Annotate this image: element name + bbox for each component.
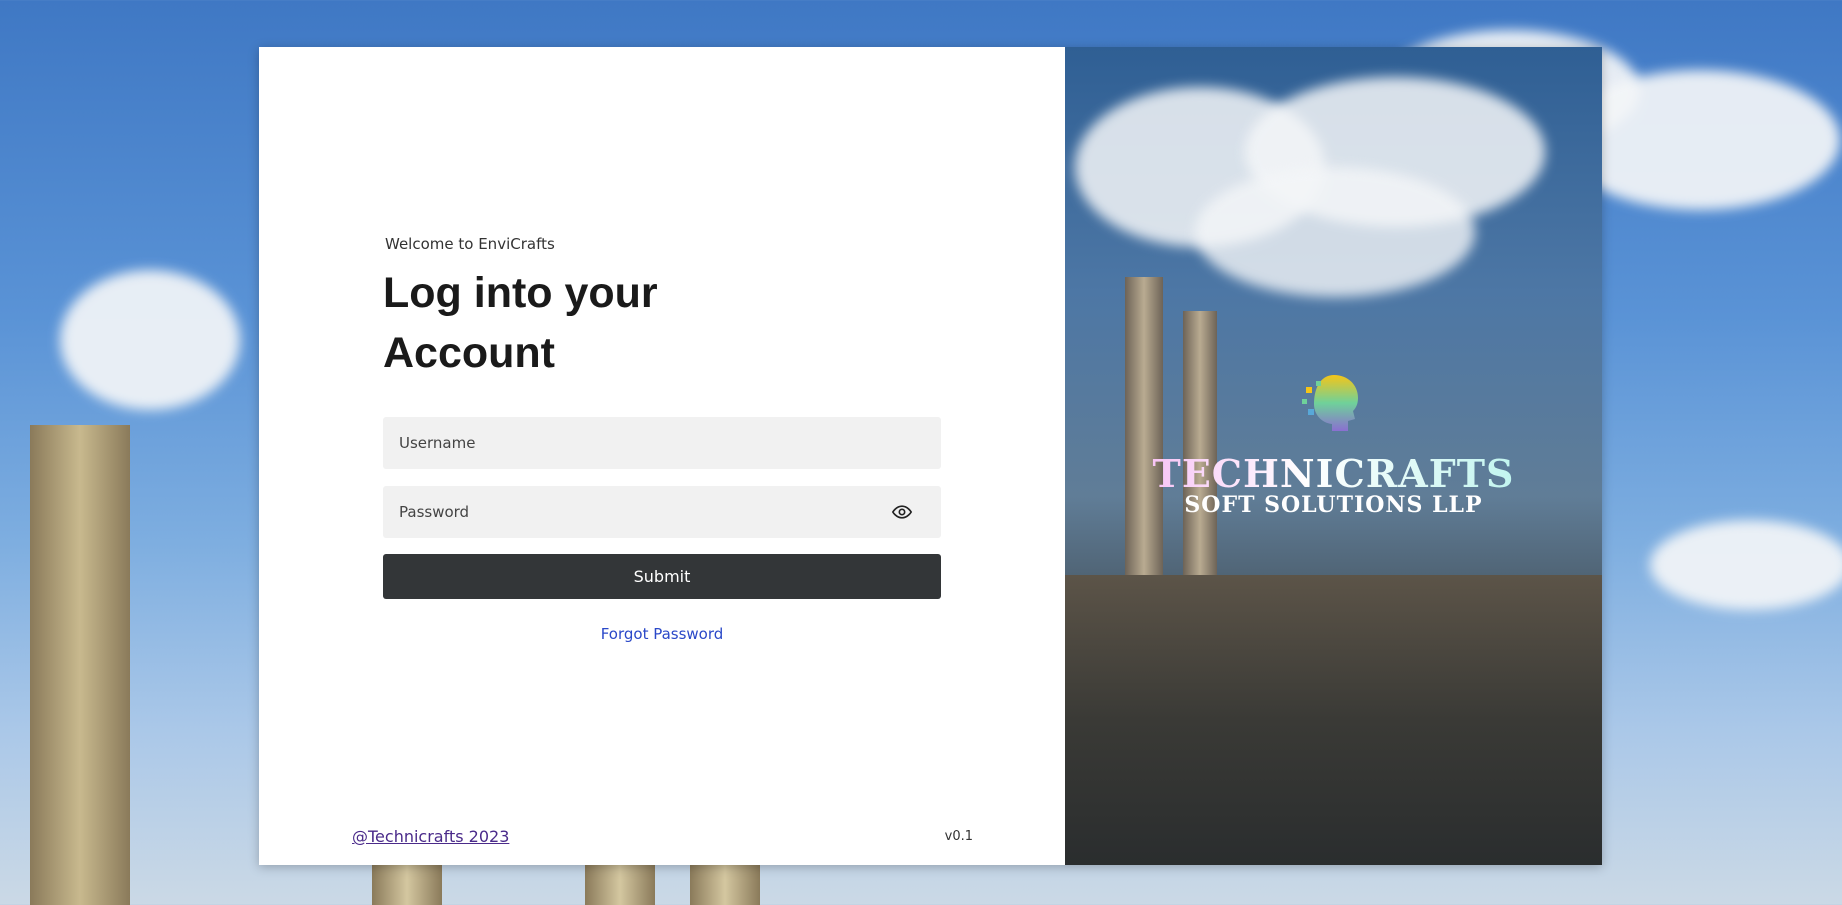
power-plant	[1065, 575, 1602, 865]
brand-panel: TECHNICRAFTS SOFT SOLUTIONS LLP	[1065, 47, 1602, 865]
login-form: Welcome to EnviCrafts Log into your Acco…	[383, 235, 941, 643]
brand-logo: TECHNICRAFTS SOFT SOLUTIONS LLP	[1065, 367, 1602, 518]
smokestack	[585, 865, 655, 905]
cloud	[1650, 520, 1842, 610]
show-password-icon[interactable]	[891, 502, 913, 522]
brand-subtitle: SOFT SOLUTIONS LLP	[1184, 492, 1483, 518]
login-panel: Welcome to EnviCrafts Log into your Acco…	[259, 47, 1065, 865]
login-card: Welcome to EnviCrafts Log into your Acco…	[259, 47, 1602, 865]
brand-name: TECHNICRAFTS	[1065, 451, 1602, 496]
page-title: Log into your Account	[383, 269, 658, 377]
forgot-password-link[interactable]: Forgot Password	[383, 625, 941, 643]
username-field-container	[383, 417, 941, 469]
smokestack	[372, 865, 442, 905]
smokestack	[690, 865, 760, 905]
password-field-container	[383, 486, 941, 538]
brain-head-icon	[1301, 375, 1358, 431]
copyright-link[interactable]: @Technicrafts 2023	[352, 827, 509, 846]
username-input[interactable]	[383, 417, 941, 469]
password-input[interactable]	[383, 486, 941, 538]
cloud	[1195, 167, 1475, 297]
submit-button[interactable]: Submit	[383, 554, 941, 599]
smoke	[60, 270, 240, 410]
cloud	[1560, 70, 1840, 210]
welcome-text: Welcome to EnviCrafts	[385, 235, 555, 253]
version-label: v0.1	[944, 829, 973, 844]
smokestack	[30, 425, 130, 905]
